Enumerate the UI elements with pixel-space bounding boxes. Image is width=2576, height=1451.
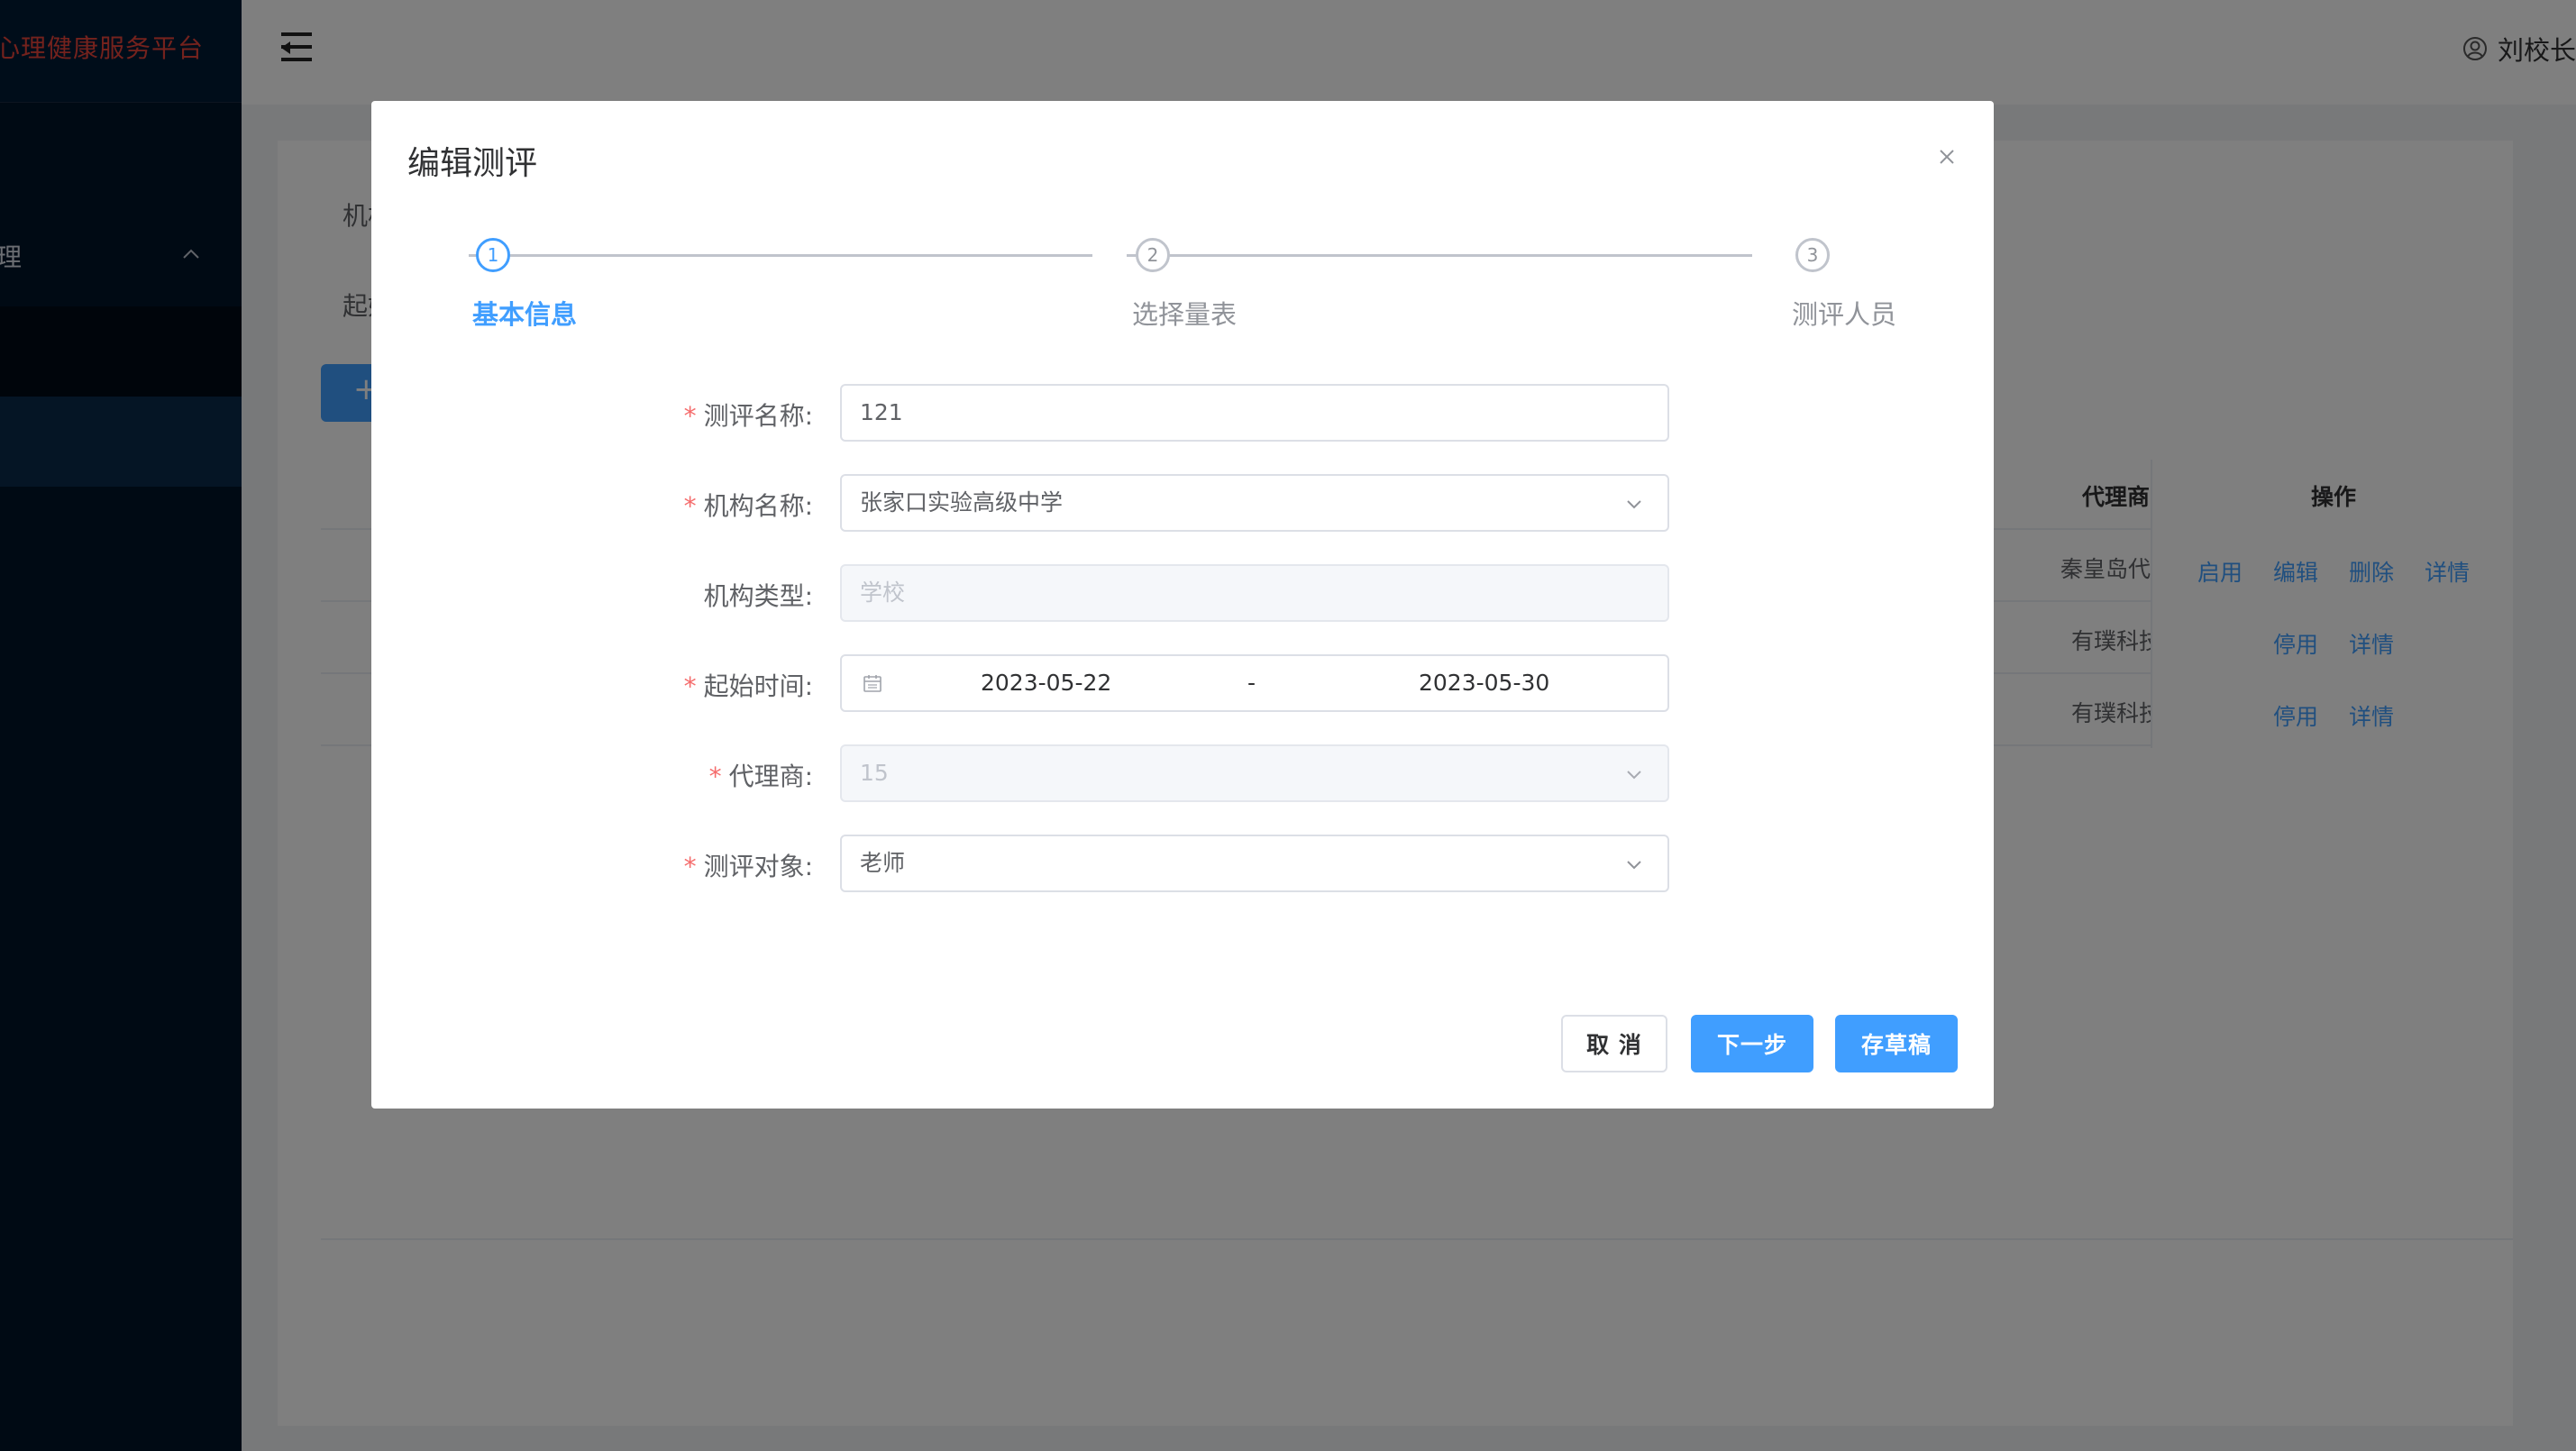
required-mark: * [683, 491, 697, 521]
required-mark: * [683, 401, 697, 431]
org-type-input: 学校 [840, 564, 1669, 622]
agent-label: * 代理商: [708, 762, 813, 791]
target-value: 老师 [860, 850, 906, 876]
dialog-title: 编辑测评 [407, 145, 538, 182]
required-mark: * [708, 762, 722, 791]
step-2-title: 选择量表 [1132, 299, 1238, 330]
org-name-value: 张家口实验高级中学 [860, 489, 1064, 516]
required-mark: * [683, 671, 697, 701]
required-mark: * [683, 852, 697, 881]
step-1-icon: 1 [476, 238, 510, 272]
target-label: * 测评对象: [683, 852, 813, 881]
org-type-label: 机构类型: [703, 581, 813, 611]
agent-value: 15 [860, 760, 889, 786]
step-1-title: 基本信息 [472, 299, 578, 330]
date-label: * 起始时间: [683, 671, 813, 701]
step-2-icon: 2 [1136, 238, 1170, 272]
save-draft-button[interactable]: 存草稿 [1835, 1015, 1958, 1072]
date-range-picker[interactable]: 2023-05-22 - 2023-05-30 [840, 654, 1669, 712]
chevron-down-icon [1627, 861, 1641, 870]
edit-assessment-dialog: 编辑测评 1 2 3 基本信息 选择量表 测评人员 * 测评名称: 121 * 机构… [371, 101, 1994, 1109]
step-connector [469, 254, 1092, 257]
chevron-down-icon [1627, 771, 1641, 780]
form-row-org-type: 机构类型: 学校 [371, 564, 1994, 622]
calendar-icon [863, 675, 882, 692]
end-date[interactable]: 2023-05-30 [1419, 656, 1549, 710]
target-select[interactable]: 老师 [840, 835, 1669, 892]
form-row-name: * 测评名称: 121 [371, 384, 1994, 442]
org-name-select[interactable]: 张家口实验高级中学 [840, 474, 1669, 532]
cancel-button[interactable]: 取 消 [1561, 1015, 1667, 1072]
step-3-title: 测评人员 [1792, 299, 1897, 330]
step-3-icon: 3 [1795, 238, 1830, 272]
chevron-down-icon [1627, 500, 1641, 509]
agent-select: 15 [840, 744, 1669, 802]
name-label: * 测评名称: [683, 401, 813, 431]
form-row-agent: * 代理商: 15 [371, 744, 1994, 802]
form-row-target: * 测评对象: 老师 [371, 835, 1994, 892]
step-connector [1127, 254, 1752, 257]
next-step-button[interactable]: 下一步 [1691, 1015, 1813, 1072]
form-row-org: * 机构名称: 张家口实验高级中学 [371, 474, 1994, 532]
org-label: * 机构名称: [683, 491, 813, 521]
date-separator: - [1247, 670, 1256, 696]
assessment-name-input[interactable]: 121 [840, 384, 1669, 442]
start-date[interactable]: 2023-05-22 [981, 656, 1111, 710]
close-icon[interactable] [1936, 146, 1958, 168]
form-row-date: * 起始时间: 2023-05-22 - 2023-05-30 [371, 654, 1994, 712]
